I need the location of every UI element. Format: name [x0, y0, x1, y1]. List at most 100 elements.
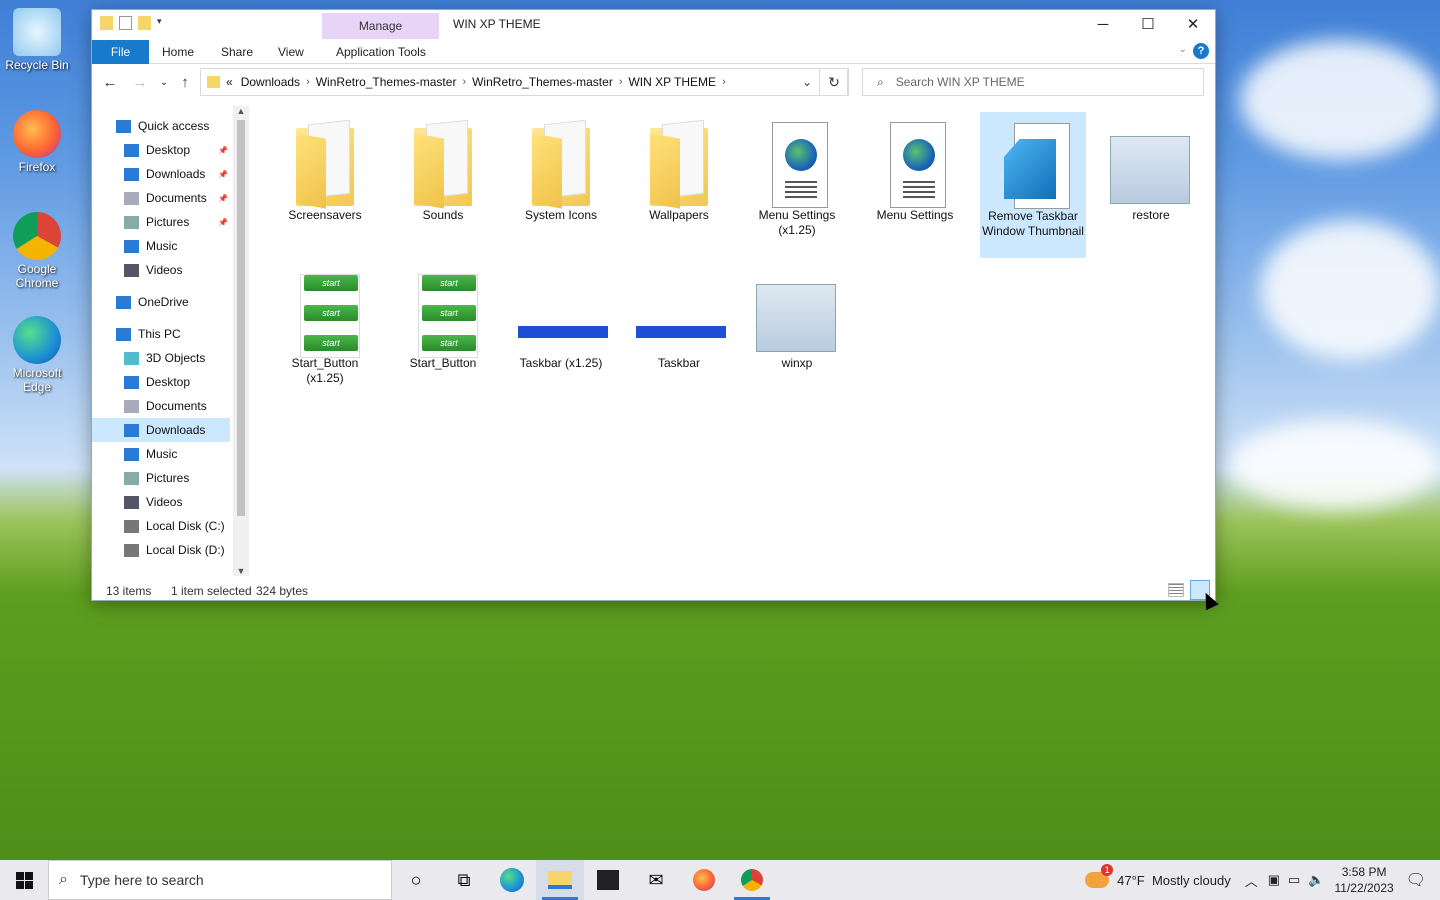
address-overflow[interactable]: « — [226, 75, 233, 89]
nav-item[interactable]: Documents — [92, 394, 230, 418]
nav-item[interactable]: Desktop — [92, 370, 230, 394]
nav-item[interactable]: Local Disk (D:) — [92, 538, 230, 562]
title-bar: ▾ Manage WIN XP THEME ─ ☐ ✕ — [92, 10, 1215, 40]
taskbar-search-box[interactable]: ⌕ Type here to search — [48, 860, 392, 900]
tab-home[interactable]: Home — [154, 40, 202, 64]
file-item[interactable]: restore — [1098, 112, 1204, 223]
forward-button[interactable]: → — [130, 73, 150, 93]
desktop-icon-recycle-bin[interactable]: Recycle Bin — [0, 8, 74, 72]
nav-item[interactable]: Local Disk (C:) — [92, 514, 230, 538]
file-item[interactable]: Menu Settings — [862, 112, 968, 223]
file-item[interactable]: winxp — [744, 260, 850, 371]
navigation-pane: Quick access Desktop 📌 Downloads 📌 Documents 📌… — [92, 106, 233, 576]
scroll-down-arrow[interactable]: ▼ — [233, 566, 249, 576]
search-box[interactable]: ⌕ Search WIN XP THEME — [862, 68, 1204, 96]
nav-item-label: 3D Objects — [146, 351, 206, 365]
nav-item[interactable]: This PC — [92, 322, 230, 346]
clock[interactable]: 3:58 PM 11/22/2023 — [1335, 864, 1394, 896]
nav-item[interactable]: Videos — [92, 258, 230, 282]
file-item[interactable]: Sounds — [390, 112, 496, 223]
breadcrumb-separator[interactable]: › — [619, 76, 623, 88]
taskbar-file-explorer[interactable] — [536, 860, 584, 900]
help-icon[interactable]: ? — [1193, 43, 1209, 59]
desktop-icon-chrome[interactable]: Google Chrome — [0, 212, 74, 290]
volume-muted-icon[interactable]: 🔈 — [1308, 872, 1324, 888]
nav-item[interactable]: Documents 📌 — [92, 186, 230, 210]
nav-item[interactable]: Downloads 📌 — [92, 162, 230, 186]
nav-item[interactable]: Downloads — [92, 418, 230, 442]
breadcrumb-separator[interactable]: › — [462, 76, 466, 88]
weather-text[interactable]: 47°F Mostly cloudy — [1117, 873, 1231, 888]
breadcrumb-winretro-1[interactable]: WinRetro_Themes-master — [316, 75, 457, 89]
desktop-icon-edge[interactable]: Microsoft Edge — [0, 316, 74, 394]
chevron-down-icon[interactable]: ▾ — [157, 16, 165, 30]
nav-item[interactable]: Pictures 📌 — [92, 210, 230, 234]
taskbar-store[interactable] — [584, 860, 632, 900]
breadcrumb-win-xp-theme[interactable]: WIN XP THEME — [628, 75, 716, 89]
scrollbar-thumb[interactable] — [237, 120, 245, 516]
recent-locations-button[interactable]: ⌄ — [154, 73, 174, 93]
tab-view[interactable]: View — [270, 40, 312, 64]
folder-icon — [644, 116, 714, 206]
task-view-button[interactable]: ⧉ — [440, 860, 488, 900]
ribbon-expand-icon[interactable]: ⌄ — [1179, 44, 1187, 55]
file-item[interactable]: Taskbar — [626, 260, 732, 371]
file-item[interactable]: Remove Taskbar Window Thumbnail — [980, 112, 1086, 258]
notification-center-icon[interactable]: 🗨 — [1406, 870, 1426, 890]
new-folder-icon[interactable] — [138, 16, 151, 30]
taskbar-edge[interactable] — [488, 860, 536, 900]
taskbar-firefox[interactable] — [680, 860, 728, 900]
nav-item[interactable]: Videos — [92, 490, 230, 514]
breadcrumb-downloads[interactable]: Downloads — [241, 75, 300, 89]
network-icon[interactable]: ▭ — [1288, 872, 1300, 888]
nav-item[interactable]: Music — [92, 442, 230, 466]
edge-icon — [13, 316, 61, 364]
cortana-button[interactable]: ○ — [392, 860, 440, 900]
tab-manage[interactable]: Manage — [322, 13, 439, 39]
address-dropdown-icon[interactable]: ⌄ — [792, 68, 822, 96]
file-item[interactable]: Screensavers — [272, 112, 378, 223]
address-bar[interactable]: « Downloads › WinRetro_Themes-master › W… — [200, 68, 848, 96]
breadcrumb-winretro-2[interactable]: WinRetro_Themes-master — [472, 75, 613, 89]
breadcrumb-separator[interactable]: › — [306, 76, 310, 88]
scroll-up-arrow[interactable]: ▲ — [233, 106, 249, 116]
nav-item[interactable]: 3D Objects — [92, 346, 230, 370]
pictures-icon — [124, 471, 139, 485]
nav-item[interactable]: Pictures — [92, 466, 230, 490]
globe-icon — [785, 139, 817, 171]
file-item[interactable]: Wallpapers — [626, 112, 732, 223]
weather-icon[interactable]: 1 — [1085, 864, 1114, 888]
refresh-button[interactable]: ↻ — [819, 68, 849, 96]
tab-file[interactable]: File — [92, 40, 149, 64]
nav-item[interactable]: Quick access — [92, 114, 230, 138]
file-item[interactable]: start start start Start_Button — [390, 260, 496, 371]
navigation-scrollbar[interactable]: ▲ ▼ — [233, 106, 249, 576]
circle-icon: ○ — [410, 869, 422, 890]
breadcrumb-separator[interactable]: › — [722, 76, 726, 88]
taskbar-mail[interactable]: ✉ — [632, 860, 680, 900]
taskbar-chrome[interactable] — [728, 860, 776, 900]
mail-icon: ✉ — [648, 869, 664, 890]
file-item[interactable]: start start start Start_Button (x1.25) — [272, 260, 378, 386]
minimize-button[interactable]: ─ — [1080, 10, 1126, 40]
selection-count: 1 item selected — [171, 584, 252, 598]
store-icon — [597, 870, 619, 890]
properties-icon[interactable] — [119, 16, 132, 30]
nav-item[interactable]: Music — [92, 234, 230, 258]
back-button[interactable]: ← — [100, 73, 120, 93]
nav-item[interactable]: OneDrive — [92, 290, 230, 314]
file-item[interactable]: Taskbar (x1.25) — [508, 260, 614, 371]
desktop-icon-firefox[interactable]: Firefox — [0, 110, 74, 174]
up-button[interactable]: ↑ — [175, 73, 195, 93]
file-item[interactable]: System Icons — [508, 112, 614, 223]
maximize-button[interactable]: ☐ — [1125, 10, 1171, 40]
nav-item[interactable]: Desktop 📌 — [92, 138, 230, 162]
start-button[interactable] — [0, 860, 48, 900]
tab-application-tools[interactable]: Application Tools — [328, 40, 434, 64]
details-view-icon[interactable] — [1168, 583, 1184, 597]
tab-share[interactable]: Share — [213, 40, 261, 64]
chevron-up-icon[interactable]: ︿ — [1245, 871, 1258, 890]
meet-now-icon[interactable]: ▣ — [1268, 872, 1280, 888]
file-item[interactable]: Menu Settings (x1.25) — [744, 112, 850, 238]
close-button[interactable]: ✕ — [1170, 10, 1216, 40]
